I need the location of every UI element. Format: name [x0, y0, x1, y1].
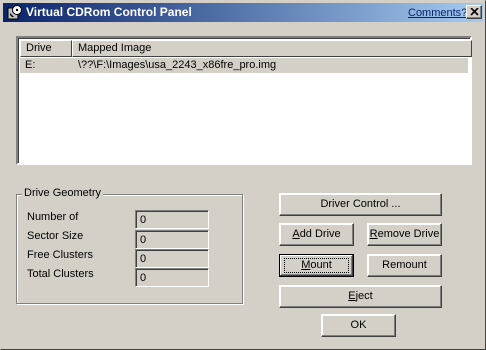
- drive-letter: E:: [25, 59, 36, 71]
- sector-size-field: 0: [135, 230, 209, 249]
- total-clusters-field: 0: [135, 268, 209, 287]
- title-bar[interactable]: Virtual CDRom Control Panel Comments?: [3, 3, 483, 22]
- driver-control-button[interactable]: Driver Control ...: [279, 193, 442, 216]
- free-clusters-label: Free Clusters: [27, 249, 94, 261]
- column-mapped-image[interactable]: Mapped Image: [72, 40, 472, 57]
- eject-mnemonic: E: [348, 290, 356, 302]
- add-drive-mnemonic: A: [292, 228, 300, 240]
- remount-label: Remount: [382, 259, 427, 271]
- remove-drive-mnemonic: R: [369, 228, 378, 240]
- ok-button[interactable]: OK: [321, 314, 396, 337]
- remount-button[interactable]: Remount: [367, 254, 442, 277]
- remove-drive-button[interactable]: Remove Drive: [367, 223, 442, 246]
- driver-control-label: Driver Control ...: [320, 198, 401, 210]
- free-clusters-field: 0: [135, 249, 209, 268]
- close-icon: [470, 8, 479, 16]
- mount-button[interactable]: Mount: [279, 254, 354, 277]
- total-clusters-label: Total Clusters: [27, 268, 94, 280]
- mapped-image-path: \??\F:\Images\usa_2243_x86fre_pro.img: [78, 59, 277, 71]
- window-title: Virtual CDRom Control Panel: [26, 5, 192, 19]
- control-panel-window: Virtual CDRom Control Panel Comments? Dr…: [0, 0, 486, 350]
- app-icon: [7, 5, 23, 20]
- number-of-label: Number of: [27, 211, 79, 223]
- sector-size-label: Sector Size: [27, 230, 84, 242]
- remove-drive-label: emove Drive: [377, 228, 440, 240]
- close-button[interactable]: [466, 5, 482, 19]
- focus-rectangle: [284, 258, 349, 273]
- drive-geometry-title: Drive Geometry: [22, 187, 104, 199]
- eject-button[interactable]: Eject: [279, 285, 442, 308]
- add-drive-label: dd Drive: [299, 228, 341, 240]
- number-of-field: 0: [135, 210, 209, 229]
- comments-link[interactable]: Comments?: [408, 7, 467, 19]
- list-item[interactable]: E: \??\F:\Images\usa_2243_x86fre_pro.img: [20, 58, 468, 73]
- mapped-drives-list[interactable]: Drive Mapped Image E: \??\F:\Images\usa_…: [16, 36, 472, 165]
- list-header: Drive Mapped Image: [20, 40, 472, 57]
- eject-label: ject: [355, 290, 373, 302]
- ok-label: OK: [350, 319, 367, 331]
- add-drive-button[interactable]: Add Drive: [279, 223, 354, 246]
- column-drive[interactable]: Drive: [20, 40, 72, 57]
